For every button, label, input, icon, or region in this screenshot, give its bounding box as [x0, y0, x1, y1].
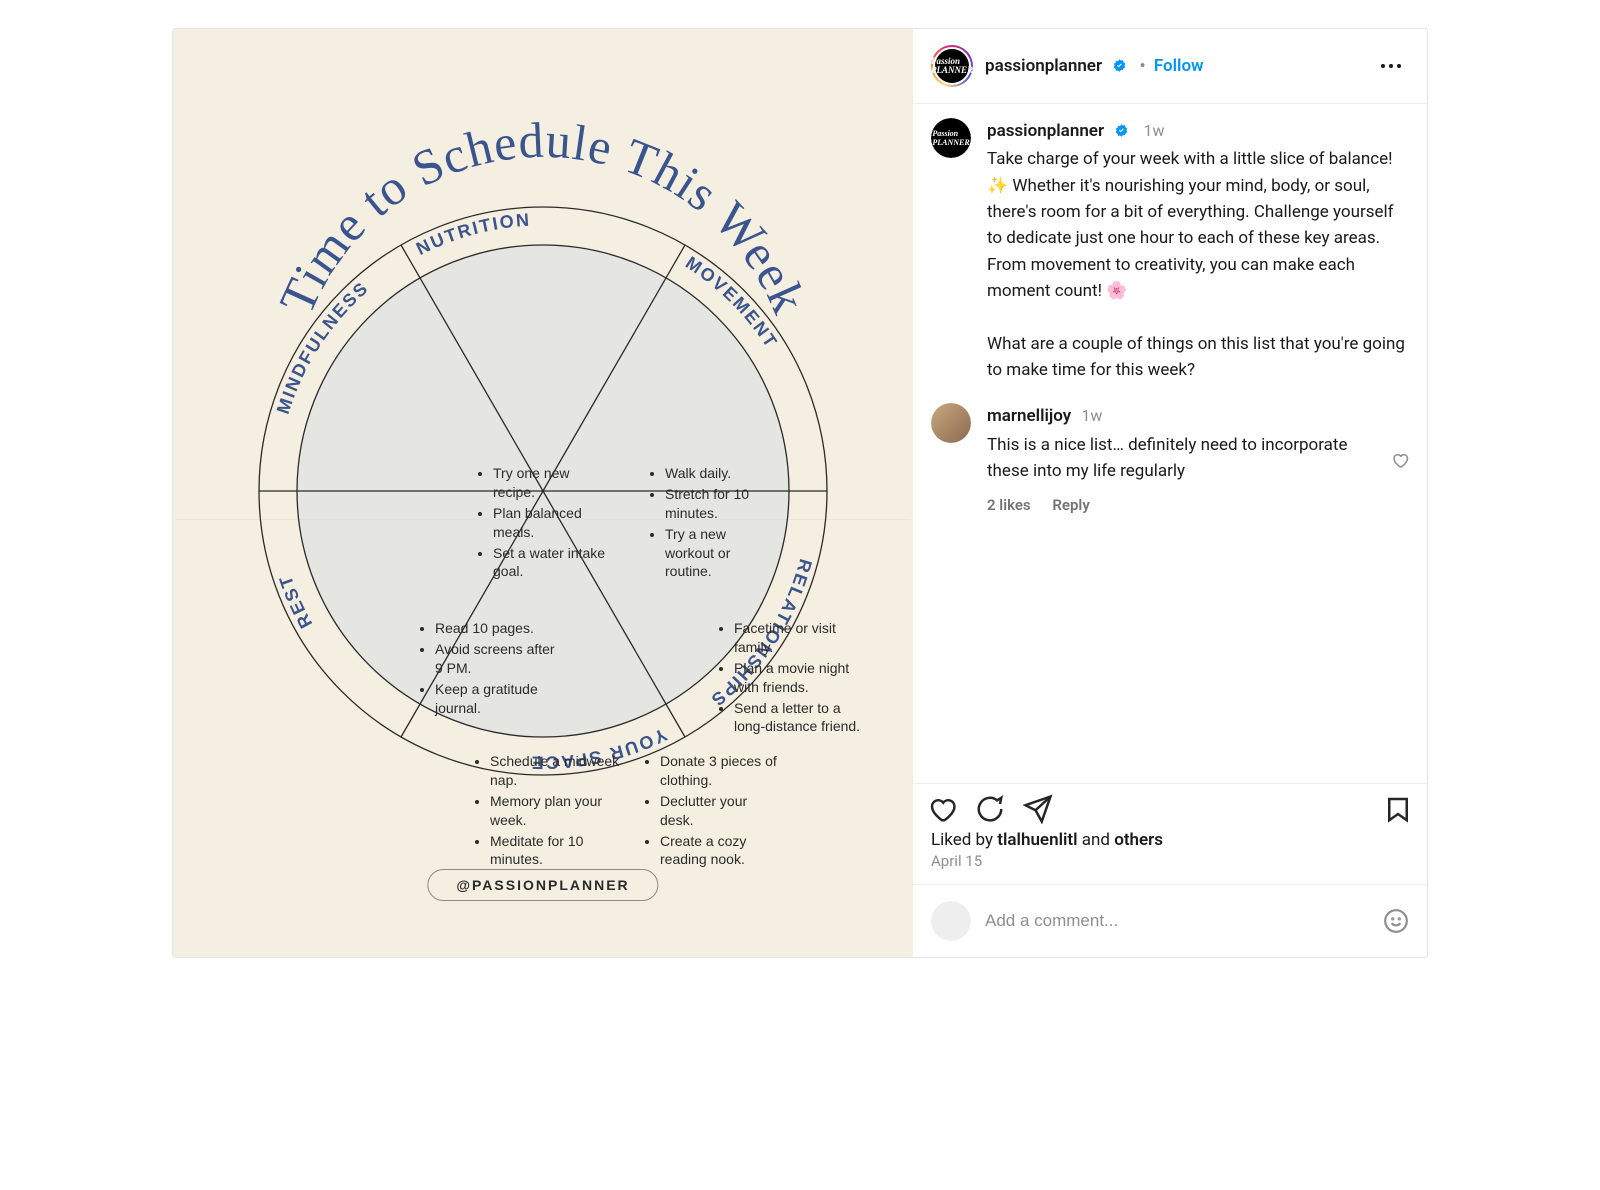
dots-icon [1381, 64, 1385, 68]
save-button[interactable] [1383, 794, 1413, 824]
segment-nutrition: Try one new recipe. Plan balanced meals.… [479, 464, 611, 583]
post-image[interactable]: Time to Schedule This Week [173, 29, 913, 957]
comments-pane: PassionPLANNER passionplanner 1w Take ch… [913, 104, 1427, 783]
post-header: PassionPLANNER passionplanner • Follow [913, 29, 1427, 104]
bookmark-icon [1383, 794, 1413, 824]
follow-button[interactable]: Follow [1154, 56, 1204, 76]
wheel-graphic: NUTRITION MOVEMENT RELATIONSHIPS YOUR SP… [256, 204, 830, 778]
caption-timestamp: 1w [1144, 121, 1165, 140]
segment-mindfulness: Read 10 pages. Avoid screens after 9 PM.… [421, 619, 555, 719]
avatar[interactable]: PassionPLANNER [931, 45, 973, 87]
avatar-logo: PassionPLANNER [933, 47, 971, 85]
add-comment-row [913, 884, 1427, 957]
caption-username[interactable]: passionplanner [987, 121, 1104, 141]
avatar [931, 901, 971, 941]
share-button[interactable] [1023, 794, 1053, 824]
actions-row [913, 783, 1427, 830]
like-comment-button[interactable] [1391, 451, 1409, 517]
paper-plane-icon [1023, 794, 1053, 824]
comment-likes[interactable]: 2 likes [987, 496, 1031, 514]
comment-username[interactable]: marnellijoy [987, 406, 1071, 426]
segment-relationships: Facetime or visit family. Plan a movie n… [720, 619, 868, 738]
segment-rest: Schedule a midweek nap. Memory plan your… [476, 752, 622, 871]
emoji-picker-button[interactable] [1383, 908, 1409, 934]
reply-button[interactable]: Reply [1052, 496, 1089, 514]
segment-yourspace: Donate 3 pieces of clothing. Declutter y… [646, 752, 782, 871]
speech-bubble-icon [975, 794, 1005, 824]
username-link[interactable]: passionplanner [985, 56, 1102, 76]
smile-icon [1383, 908, 1409, 934]
comment-row: marnellijoy 1w This is a nice list… defi… [931, 403, 1409, 517]
segment-movement: Walk daily. Stretch for 10 minutes. Try … [651, 464, 771, 583]
comment-button[interactable] [975, 794, 1005, 824]
avatar[interactable]: PassionPLANNER [931, 118, 971, 158]
caption-text: Take charge of your week with a little s… [987, 146, 1409, 383]
avatar[interactable] [931, 403, 971, 443]
add-comment-input[interactable] [985, 911, 1369, 931]
post-date: April 15 [913, 850, 1427, 884]
verified-badge-icon [1112, 58, 1127, 73]
comment-text: This is a nice list… definitely need to … [987, 432, 1375, 485]
heart-icon [927, 794, 957, 824]
separator-dot: • [1140, 56, 1146, 76]
comment-timestamp: 1w [1081, 406, 1102, 425]
like-button[interactable] [927, 794, 957, 824]
likes-line[interactable]: Liked by tlalhuenlitl and others [913, 830, 1427, 850]
image-handle-badge: @PASSIONPLANNER [427, 869, 658, 901]
verified-badge-icon [1114, 123, 1129, 138]
more-options-button[interactable] [1373, 56, 1409, 76]
caption-row: PassionPLANNER passionplanner 1w Take ch… [931, 118, 1409, 383]
instagram-post: Time to Schedule This Week [172, 28, 1428, 958]
post-meta: PassionPLANNER passionplanner • Follow P… [913, 29, 1427, 957]
